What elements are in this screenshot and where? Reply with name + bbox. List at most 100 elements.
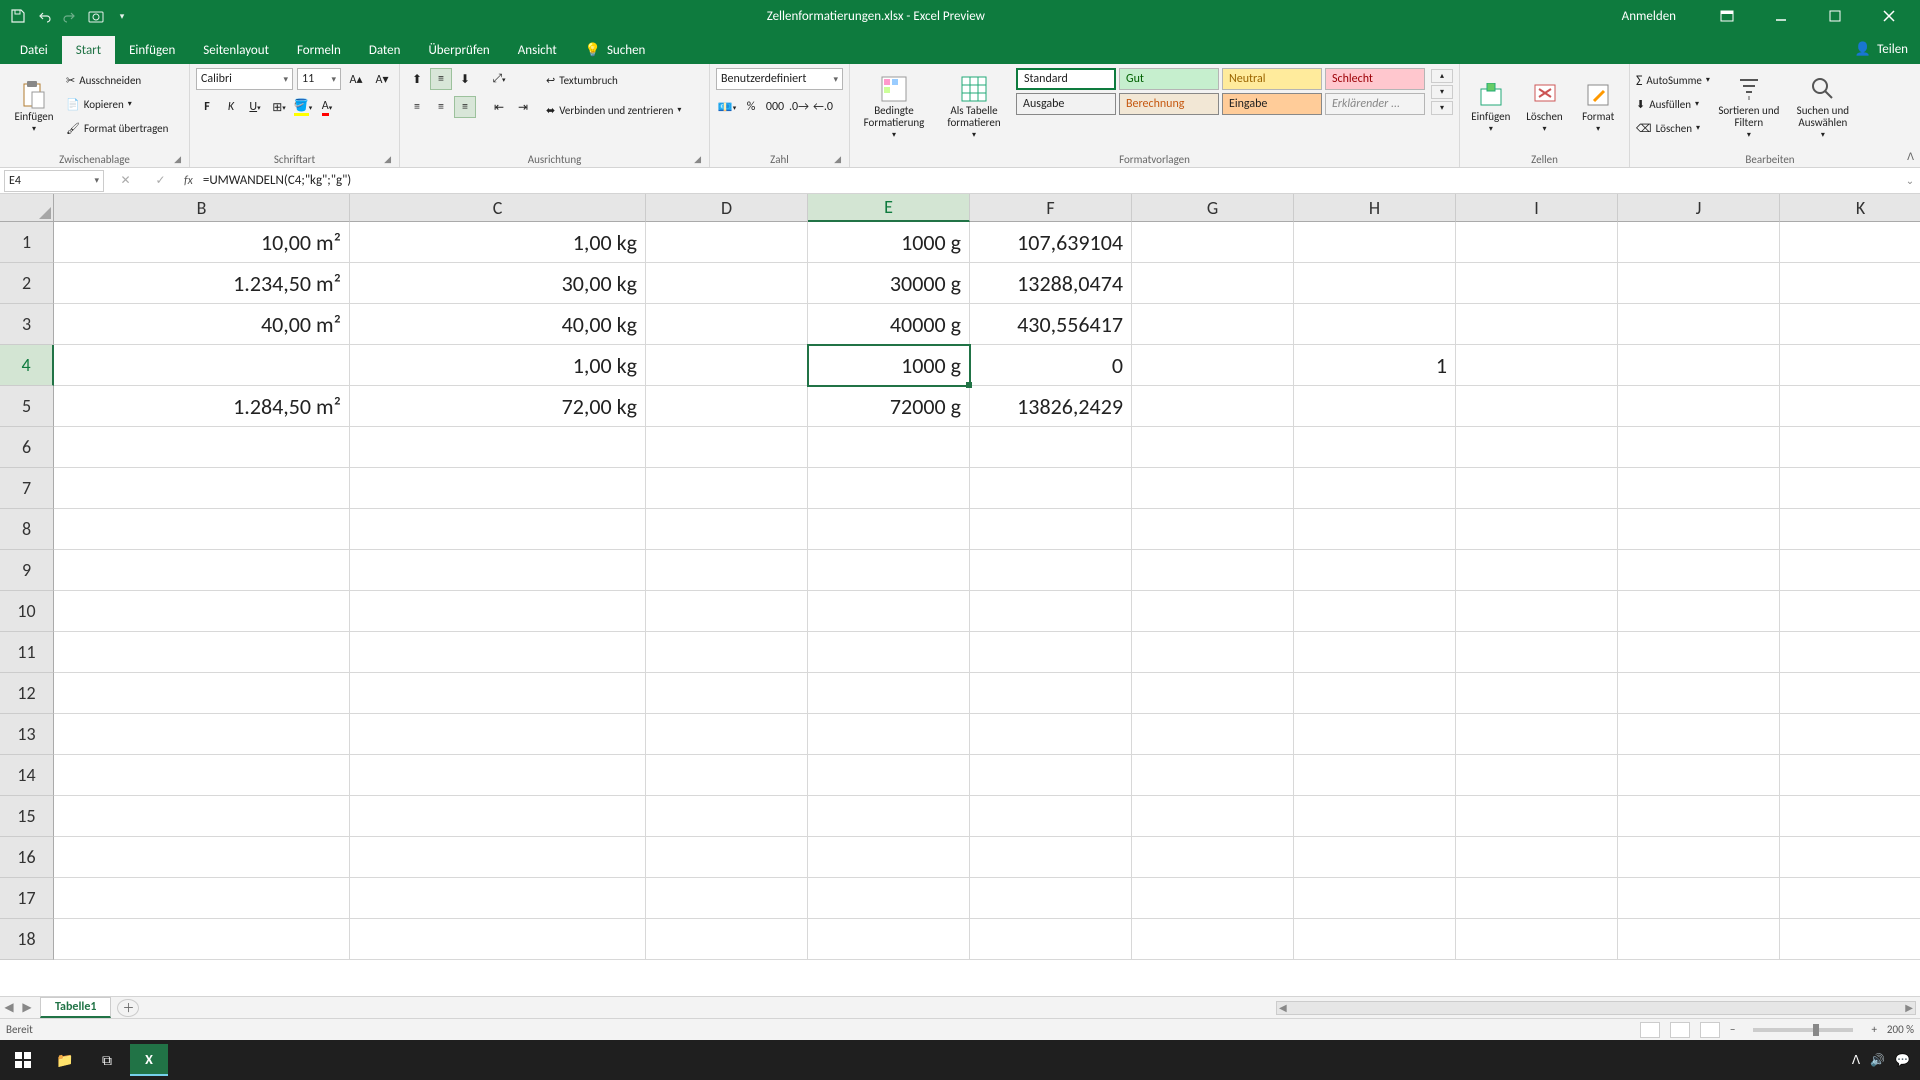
cell[interactable] xyxy=(1780,345,1920,386)
dialog-launcher-icon[interactable]: ◢ xyxy=(174,154,181,165)
cell[interactable] xyxy=(646,837,808,878)
cell[interactable] xyxy=(1132,755,1294,796)
tab-uberprufen[interactable]: Überprüfen xyxy=(414,36,503,64)
cell[interactable]: 1000 g xyxy=(808,345,970,386)
cell[interactable] xyxy=(350,878,646,919)
cell[interactable] xyxy=(970,919,1132,960)
minimize-icon[interactable] xyxy=(1758,0,1804,32)
fx-icon[interactable]: fx xyxy=(178,174,199,188)
cut-button[interactable]: ✂Ausschneiden xyxy=(66,68,168,92)
cell[interactable] xyxy=(1132,878,1294,919)
cell[interactable] xyxy=(350,550,646,591)
cell[interactable] xyxy=(970,591,1132,632)
cell[interactable] xyxy=(970,714,1132,755)
border-button[interactable]: ⊞▾ xyxy=(268,96,290,118)
cell[interactable] xyxy=(1456,509,1618,550)
cell[interactable]: 1.284,50 m² xyxy=(54,386,350,427)
cell[interactable] xyxy=(970,632,1132,673)
qa-customize-icon[interactable]: ▾ xyxy=(114,8,130,24)
cell[interactable] xyxy=(1618,345,1780,386)
cell[interactable] xyxy=(1618,878,1780,919)
cell[interactable] xyxy=(1294,673,1456,714)
cell[interactable] xyxy=(808,427,970,468)
cell[interactable] xyxy=(1618,673,1780,714)
align-bottom-icon[interactable]: ⬇ xyxy=(454,68,476,90)
cell[interactable] xyxy=(350,632,646,673)
sort-filter-button[interactable]: Sortieren und Filtern▾ xyxy=(1714,68,1784,146)
row-header[interactable]: 7 xyxy=(0,468,54,509)
cell[interactable] xyxy=(1294,755,1456,796)
cell[interactable] xyxy=(1132,591,1294,632)
cell[interactable] xyxy=(1780,304,1920,345)
cell[interactable] xyxy=(1618,550,1780,591)
cell[interactable] xyxy=(646,919,808,960)
cell[interactable] xyxy=(808,591,970,632)
cell[interactable] xyxy=(1618,632,1780,673)
currency-icon[interactable]: 💶▾ xyxy=(716,96,738,118)
style-ausgabe[interactable]: Ausgabe xyxy=(1016,93,1116,115)
cell[interactable] xyxy=(1132,550,1294,591)
cell[interactable] xyxy=(646,427,808,468)
cell[interactable] xyxy=(54,632,350,673)
format-painter-button[interactable]: 🖌Format übertragen xyxy=(66,116,168,140)
cell[interactable] xyxy=(1294,222,1456,263)
cell[interactable] xyxy=(1780,878,1920,919)
ribbon-display-icon[interactable] xyxy=(1704,0,1750,32)
cell[interactable] xyxy=(350,919,646,960)
cell[interactable]: 72000 g xyxy=(808,386,970,427)
cell[interactable] xyxy=(350,509,646,550)
cell[interactable] xyxy=(1780,509,1920,550)
tab-seitenlayout[interactable]: Seitenlayout xyxy=(189,36,283,64)
column-header[interactable]: B xyxy=(54,194,350,222)
cell[interactable]: 13826,2429 xyxy=(970,386,1132,427)
column-header[interactable]: D xyxy=(646,194,808,222)
cell[interactable] xyxy=(1132,345,1294,386)
cell[interactable] xyxy=(1294,509,1456,550)
sheet-nav-last-icon[interactable]: ▶ xyxy=(18,1000,36,1015)
cell[interactable] xyxy=(1132,386,1294,427)
cell[interactable] xyxy=(1780,263,1920,304)
excel-taskbar-icon[interactable]: X xyxy=(130,1044,168,1076)
column-header[interactable]: E xyxy=(808,194,970,222)
cell[interactable] xyxy=(1456,796,1618,837)
align-top-icon[interactable]: ⬆ xyxy=(406,68,428,90)
cell[interactable] xyxy=(1618,837,1780,878)
cell[interactable] xyxy=(1456,304,1618,345)
cell[interactable] xyxy=(1780,222,1920,263)
cell[interactable] xyxy=(1456,591,1618,632)
cell[interactable] xyxy=(970,427,1132,468)
cell[interactable] xyxy=(1456,386,1618,427)
cell[interactable]: 430,556417 xyxy=(970,304,1132,345)
cell[interactable] xyxy=(1780,591,1920,632)
row-header[interactable]: 17 xyxy=(0,878,54,919)
column-header[interactable]: I xyxy=(1456,194,1618,222)
font-color-button[interactable]: A▾ xyxy=(316,96,338,118)
camera-icon[interactable] xyxy=(88,8,104,24)
style-schlecht[interactable]: Schlecht xyxy=(1325,68,1425,90)
cell[interactable] xyxy=(808,755,970,796)
autosum-button[interactable]: ΣAutoSumme ▾ xyxy=(1636,68,1710,92)
cell[interactable] xyxy=(54,345,350,386)
cell[interactable]: 1000 g xyxy=(808,222,970,263)
cell[interactable]: 1,00 kg xyxy=(350,345,646,386)
cell[interactable] xyxy=(1618,919,1780,960)
decrease-decimal-icon[interactable]: ←.0 xyxy=(812,96,834,118)
cell[interactable] xyxy=(350,796,646,837)
cell[interactable] xyxy=(1618,468,1780,509)
cell[interactable] xyxy=(1132,222,1294,263)
styles-more-icon[interactable]: ▾ xyxy=(1431,101,1453,115)
cell[interactable] xyxy=(1132,796,1294,837)
cell[interactable] xyxy=(1132,632,1294,673)
row-header[interactable]: 18 xyxy=(0,919,54,960)
cell[interactable] xyxy=(1132,919,1294,960)
cell[interactable] xyxy=(1456,550,1618,591)
cell[interactable] xyxy=(646,632,808,673)
row-header[interactable]: 4 xyxy=(0,345,54,386)
cell[interactable] xyxy=(1294,837,1456,878)
cell[interactable] xyxy=(350,837,646,878)
cell[interactable] xyxy=(970,468,1132,509)
cell[interactable] xyxy=(1456,222,1618,263)
task-view-icon[interactable]: ⧉ xyxy=(88,1044,126,1076)
cell[interactable] xyxy=(54,427,350,468)
cell[interactable] xyxy=(1456,632,1618,673)
